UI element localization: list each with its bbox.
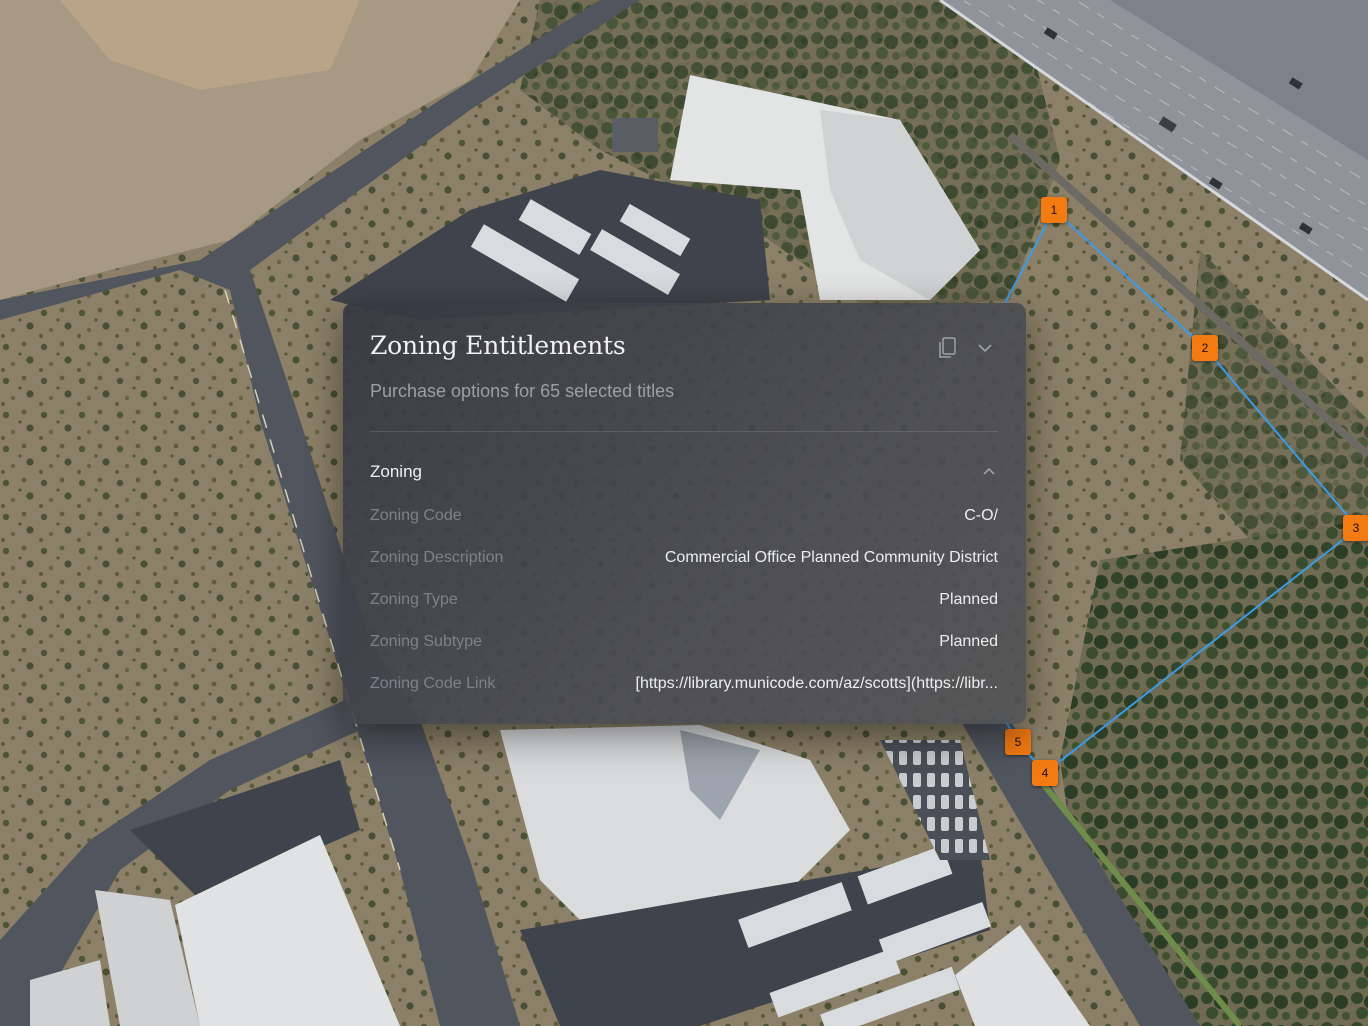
copy-icon: [939, 337, 956, 358]
row-value: Planned: [939, 591, 998, 608]
parcel-marker[interactable]: 3: [1343, 515, 1368, 541]
row-label: Zoning Type: [370, 591, 458, 608]
zoning-description-row: Zoning Description Commercial Office Pla…: [370, 547, 998, 571]
panel-subtitle: Purchase options for 65 selected titles: [370, 381, 675, 401]
parcel-marker[interactable]: 5: [1005, 729, 1031, 755]
panel-divider: [370, 431, 998, 432]
row-value: C-O/: [964, 507, 998, 524]
row-label: Zoning Subtype: [370, 633, 483, 650]
zoning-section-header[interactable]: Zoning: [370, 461, 998, 485]
zoning-code-link[interactable]: [https://library.municode.com/az/scotts]…: [636, 675, 999, 693]
zoning-type-row: Zoning Type Planned: [370, 589, 998, 613]
zoning-subtype-row: Zoning Subtype Planned: [370, 631, 998, 655]
row-label: Zoning Code Link: [370, 675, 496, 692]
section-title: Zoning: [370, 462, 422, 481]
row-value: Commercial Office Planned Community Dist…: [664, 549, 998, 566]
row-label: Zoning Description: [370, 549, 504, 566]
copy-button[interactable]: [937, 336, 959, 360]
row-value: Planned: [939, 633, 998, 650]
zoning-code-row: Zoning Code C-O/: [370, 505, 998, 529]
collapse-panel-button[interactable]: [974, 338, 996, 358]
chevron-down-icon: [978, 344, 992, 353]
parcel-marker[interactable]: 4: [1032, 760, 1058, 786]
panel-title: Zoning Entitlements: [370, 331, 626, 360]
zoning-entitlements-panel: Zoning Entitlements Purchase options for…: [343, 303, 1026, 724]
parcel-marker[interactable]: 2: [1192, 335, 1218, 361]
parcel-marker[interactable]: 1: [1041, 197, 1067, 223]
chevron-up-icon[interactable]: [980, 463, 998, 481]
zoning-code-link-row: Zoning Code Link [https://library.munico…: [370, 673, 998, 697]
row-label: Zoning Code: [370, 507, 462, 524]
